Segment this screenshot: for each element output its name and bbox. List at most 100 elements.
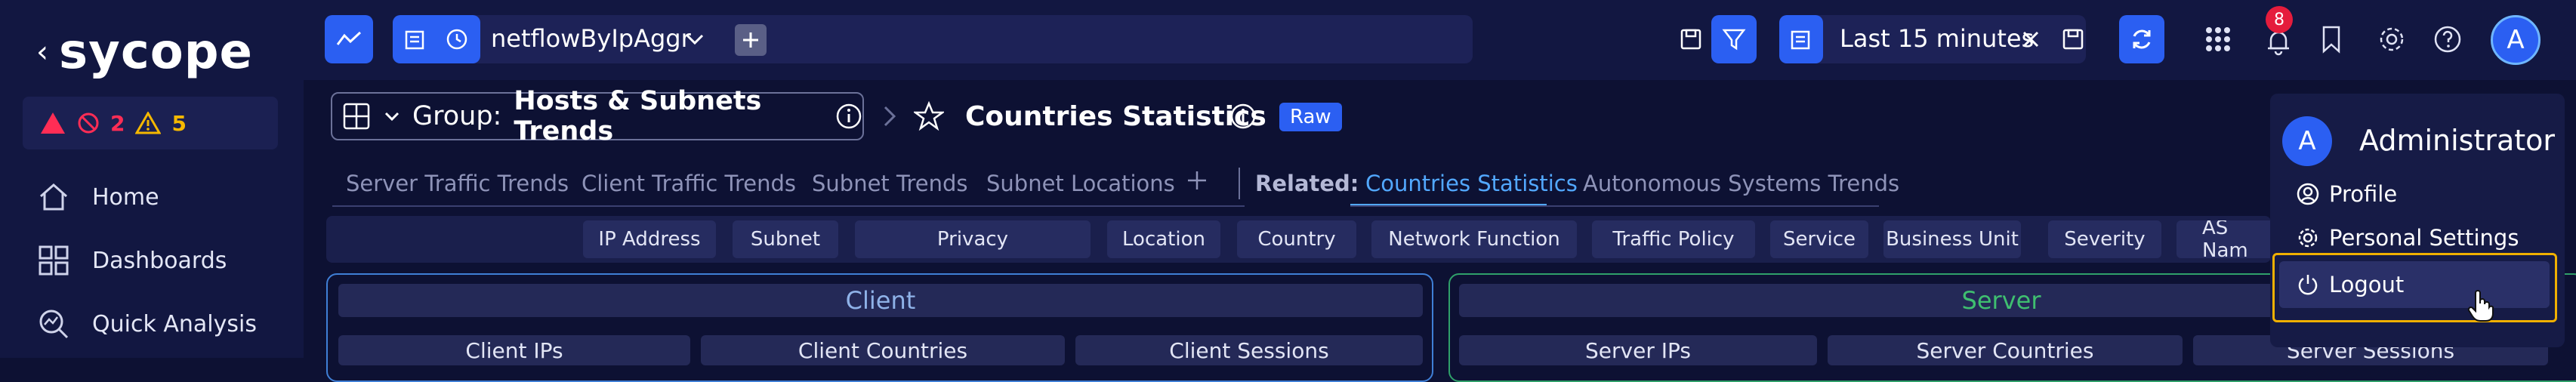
dashboard-grid-icon: [341, 101, 372, 131]
filter-chip-subnet[interactable]: Subnet: [733, 220, 838, 258]
group-prefix: Group:: [412, 101, 502, 131]
quick-analysis-icon: [36, 307, 71, 341]
saved-time-icon: [1789, 27, 1813, 51]
user-icon: [2296, 182, 2320, 206]
logo[interactable]: ‹ sycope: [36, 24, 253, 80]
filter-chip-business-unit[interactable]: Business Unit: [1883, 220, 2021, 258]
blocked-icon: [77, 112, 100, 134]
client-sessions-header: Client Sessions: [1075, 335, 1423, 365]
filter-chip-network-function[interactable]: Network Function: [1371, 220, 1577, 258]
trend-line-icon: [335, 28, 362, 51]
menu-item-label: Logout: [2329, 272, 2405, 297]
power-icon: [2296, 273, 2320, 297]
tab-countries-statistics[interactable]: Countries Statistics: [1365, 171, 1578, 196]
tab-subnet-trends[interactable]: Subnet Trends: [812, 171, 967, 196]
nav-label: Home: [92, 183, 159, 211]
menu-item-label: Profile: [2329, 181, 2398, 207]
tab-server-traffic-trends[interactable]: Server Traffic Trends: [346, 171, 569, 196]
menu-item-personal-settings[interactable]: Personal Settings: [2296, 225, 2519, 251]
server-countries-header: Server Countries: [1828, 335, 2183, 365]
server-ips-header: Server IPs: [1459, 335, 1817, 365]
nav-item-quick-analysis[interactable]: Quick Analysis: [36, 307, 257, 341]
logo-text: sycope: [59, 24, 253, 80]
nav-label: Dashboards: [92, 247, 227, 274]
filter-chip-severity[interactable]: Severity: [2048, 220, 2161, 258]
chart-toggle-button[interactable]: [325, 15, 373, 63]
related-label: Related:: [1255, 171, 1359, 196]
chevron-down-icon: [684, 32, 705, 46]
favorite-star-icon[interactable]: [914, 101, 944, 131]
apps-grid-icon: [2203, 24, 2233, 54]
help-button[interactable]: [2429, 20, 2466, 58]
critical-triangle-icon: [39, 111, 66, 135]
menu-item-logout[interactable]: Logout: [2296, 272, 2404, 297]
filter-chip-traffic-policy[interactable]: Traffic Policy: [1592, 220, 1755, 258]
query-dropdown-button[interactable]: [676, 20, 714, 58]
group-name: Hosts & Subnets Trends: [514, 86, 762, 146]
related-tabs-underline: [1350, 205, 1879, 207]
filter-button[interactable]: [1711, 15, 1757, 63]
critical-alert-count: 2: [110, 110, 125, 136]
collapse-chevron-icon[interactable]: ‹: [36, 37, 48, 67]
breadcrumb-separator-icon: [882, 104, 897, 128]
saved-queries-button[interactable]: [396, 20, 434, 58]
filter-chip-privacy[interactable]: Privacy: [855, 220, 1091, 258]
chevron-down-icon: [384, 111, 400, 122]
filter-chip-location[interactable]: Location: [1107, 220, 1220, 258]
filter-chip-country[interactable]: Country: [1237, 220, 1356, 258]
filter-chip-service[interactable]: Service: [1770, 220, 1868, 258]
close-icon: [2021, 29, 2041, 49]
client-countries-header: Client Countries: [701, 335, 1065, 365]
tab-autonomous-systems-trends[interactable]: Autonomous Systems Trends: [1583, 171, 1899, 196]
alerts-summary[interactable]: 2 5: [23, 97, 278, 149]
time-range-value[interactable]: Last 15 minutes: [1840, 24, 2034, 53]
bookmark-icon: [2320, 25, 2343, 54]
tab-client-traffic-trends[interactable]: Client Traffic Trends: [582, 171, 796, 196]
client-panel-title: Client: [338, 284, 1423, 317]
refresh-icon: [2129, 26, 2155, 52]
account-avatar: A: [2282, 116, 2332, 166]
info-icon[interactable]: [835, 103, 862, 130]
query-history-button[interactable]: [438, 20, 476, 58]
notification-badge: 8: [2266, 6, 2293, 33]
plus-icon: [741, 30, 760, 50]
user-avatar-button[interactable]: A: [2491, 15, 2541, 65]
dashboards-icon: [36, 243, 71, 278]
filter-chip-ip-address[interactable]: IP Address: [583, 220, 716, 258]
tabs-divider: [1239, 168, 1240, 199]
menu-item-label: Personal Settings: [2329, 225, 2519, 251]
menu-item-profile[interactable]: Profile: [2296, 181, 2397, 207]
save-query-button[interactable]: [1672, 20, 1710, 58]
add-tab-button[interactable]: [1186, 169, 1208, 192]
account-name: Administrator: [2359, 124, 2556, 157]
nav-item-home[interactable]: Home: [36, 180, 159, 214]
nav-item-dashboards[interactable]: Dashboards: [36, 243, 227, 278]
page-title: Countries Statistics: [965, 101, 1266, 132]
save-icon: [2061, 27, 2085, 51]
gear-icon: [2377, 24, 2407, 54]
settings-button[interactable]: [2373, 20, 2411, 58]
home-icon: [36, 180, 71, 214]
add-query-button[interactable]: [735, 24, 767, 56]
time-presets-button[interactable]: [1779, 15, 1823, 63]
client-ips-header: Client IPs: [338, 335, 690, 365]
refresh-button[interactable]: [2119, 15, 2164, 63]
save-time-button[interactable]: [2054, 20, 2092, 58]
group-selector[interactable]: Group: Hosts & Subnets Trends: [331, 86, 864, 146]
nav-label: Quick Analysis: [92, 310, 257, 337]
apps-grid-button[interactable]: [2199, 20, 2237, 58]
raw-badge: Raw: [1279, 103, 1342, 131]
plus-icon: [1186, 169, 1208, 192]
warning-icon: [135, 112, 162, 134]
filter-chip-as-name[interactable]: AS Nam: [2176, 220, 2275, 258]
tab-subnet-locations[interactable]: Subnet Locations: [986, 171, 1175, 196]
help-icon: [2433, 24, 2463, 54]
warning-alert-count: 5: [171, 110, 187, 136]
clear-time-button[interactable]: [2012, 20, 2050, 58]
gear-icon: [2296, 226, 2320, 250]
bookmarks-button[interactable]: [2312, 20, 2350, 58]
tabs-underline: [332, 205, 1245, 207]
save-icon: [1679, 27, 1703, 51]
page-info-icon[interactable]: [1229, 103, 1257, 130]
query-name[interactable]: netflowByIpAggr: [491, 24, 691, 53]
